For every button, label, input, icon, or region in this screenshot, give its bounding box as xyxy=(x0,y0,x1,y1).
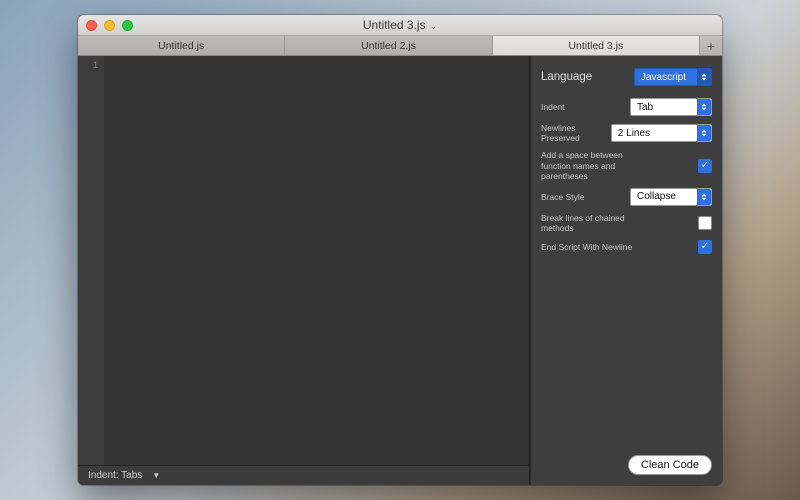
plus-icon: + xyxy=(707,38,715,54)
add-tab-button[interactable]: + xyxy=(700,36,722,55)
app-window: Untitled 3.js ⌄ Untitled.js Untitled 2.j… xyxy=(78,15,722,485)
row-newlines: Newlines Preserved 2 Lines xyxy=(541,123,712,143)
sidebar-spacer xyxy=(531,254,722,445)
editor-pane: 1 Indent: Tabs ▼ xyxy=(78,56,530,485)
clean-code-label: Clean Code xyxy=(641,459,699,471)
tab-untitled-3[interactable]: Untitled 3.js xyxy=(493,36,700,55)
tab-untitled[interactable]: Untitled.js xyxy=(78,36,285,55)
select-value: Javascript xyxy=(641,72,686,83)
language-label: Language xyxy=(541,71,592,83)
select-value: Tab xyxy=(637,102,653,113)
row-end-newline: End Script With Newline xyxy=(541,240,712,254)
code-text-area[interactable] xyxy=(104,56,529,465)
space-fn-label: Add a space between function names and p… xyxy=(541,150,637,181)
sidebar-rows: Indent Tab Newlines Preserved 2 Lines xyxy=(531,96,722,254)
chain-label: Break lines of chained methods xyxy=(541,213,637,233)
language-select[interactable]: Javascript xyxy=(634,68,712,86)
tab-label: Untitled 3.js xyxy=(568,40,623,52)
settings-sidebar: Language Javascript Indent Tab xyxy=(530,56,722,485)
updown-icon xyxy=(697,69,711,85)
window-body: 1 Indent: Tabs ▼ Language Javascript xyxy=(78,56,722,485)
statusbar: Indent: Tabs ▼ xyxy=(78,465,529,485)
sidebar-header: Language Javascript xyxy=(531,56,722,96)
tabbar: Untitled.js Untitled 2.js Untitled 3.js … xyxy=(78,36,722,56)
select-value: 2 Lines xyxy=(618,128,650,139)
chevron-down-icon[interactable]: ▼ xyxy=(152,471,160,480)
row-chain: Break lines of chained methods xyxy=(541,213,712,233)
row-brace: Brace Style Collapse xyxy=(541,188,712,206)
clean-code-button[interactable]: Clean Code xyxy=(628,455,712,475)
indent-label: Indent xyxy=(541,102,565,112)
window-title-wrap[interactable]: Untitled 3.js ⌄ xyxy=(78,18,722,32)
select-value: Collapse xyxy=(637,191,676,202)
code-area: 1 xyxy=(78,56,529,465)
row-space-fn: Add a space between function names and p… xyxy=(541,150,712,181)
brace-select[interactable]: Collapse xyxy=(630,188,712,206)
end-newline-checkbox[interactable] xyxy=(698,240,712,254)
line-gutter: 1 xyxy=(78,56,104,465)
line-number: 1 xyxy=(78,60,98,70)
indent-select[interactable]: Tab xyxy=(630,98,712,116)
newlines-label: Newlines Preserved xyxy=(541,123,603,143)
titlebar: Untitled 3.js ⌄ xyxy=(78,15,722,36)
chevron-down-icon: ⌄ xyxy=(430,21,438,32)
sidebar-footer: Clean Code xyxy=(531,445,722,485)
window-title: Untitled 3.js xyxy=(363,18,426,32)
row-indent: Indent Tab xyxy=(541,98,712,116)
newlines-select[interactable]: 2 Lines xyxy=(611,124,712,142)
updown-icon xyxy=(697,189,711,205)
chain-checkbox[interactable] xyxy=(698,216,712,230)
updown-icon xyxy=(697,99,711,115)
end-newline-label: End Script With Newline xyxy=(541,242,632,252)
brace-label: Brace Style xyxy=(541,192,584,202)
updown-icon xyxy=(697,125,711,141)
tab-label: Untitled 2.js xyxy=(361,40,416,52)
space-fn-checkbox[interactable] xyxy=(698,159,712,173)
tab-label: Untitled.js xyxy=(158,40,204,52)
status-indent[interactable]: Indent: Tabs xyxy=(88,470,142,481)
tab-untitled-2[interactable]: Untitled 2.js xyxy=(285,36,492,55)
